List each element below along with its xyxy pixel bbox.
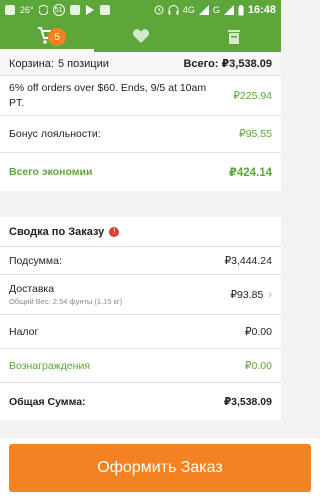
cart-total-label: Всего: (183, 58, 219, 70)
image-icon (69, 5, 80, 15)
rewards-value: ₽0.00 (244, 359, 272, 372)
order-summary-title-row: Сводка по Заказу ! (0, 217, 281, 247)
notification-count: 51 (54, 6, 63, 14)
headphones-icon (168, 5, 179, 15)
battery-icon (238, 4, 244, 15)
grand-total-label: Общая Сумма: (9, 395, 86, 408)
tax-row: Налог ₽0.00 (0, 315, 281, 349)
rewards-row: Вознаграждения ₽0.00 (0, 349, 281, 383)
order-summary-card: Сводка по Заказу ! Подсумма: ₽3,444.24 Д… (0, 217, 281, 420)
subtotal-label: Подсумма: (9, 254, 62, 267)
shipping-weight: Общий Вес: 2.54 фунты (1.15 кг) (9, 297, 123, 306)
clock: 16:48 (247, 4, 276, 16)
shipping-value: ₽93.85 (230, 288, 264, 301)
signal2-icon (223, 5, 234, 15)
discounts-card: 6% off orders over $60. Ends, 9/5 at 10a… (0, 76, 281, 191)
section-gap (0, 191, 281, 217)
savings-row: Всего экономии ₽424.14 (0, 153, 281, 191)
cart-total-value: ₽3,538.09 (221, 58, 272, 70)
discount-value: ₽225.94 (233, 89, 272, 102)
loyalty-label: Бонус лояльности: (9, 128, 101, 140)
loyalty-row: Бонус лояльности: ₽95.55 (0, 116, 281, 153)
tab-cart[interactable]: 5 (0, 20, 94, 52)
checkout-button[interactable]: Оформить Заказ (9, 444, 311, 492)
alarm-icon (154, 5, 164, 15)
subtotal-value: ₽3,444.24 (224, 254, 272, 267)
cart-summary: Корзина: 5 позиции Всего: ₽3,538.09 (0, 52, 281, 76)
network-type: 4G (182, 5, 195, 15)
loyalty-value: ₽95.55 (239, 128, 272, 140)
carrier-text: G (212, 5, 220, 15)
tax-label: Налог (9, 325, 39, 338)
temperature-text: 26° (20, 5, 34, 15)
savings-value: ₽424.14 (228, 167, 272, 179)
chevron-right-icon: › (268, 288, 272, 301)
shipping-label: Доставка (9, 283, 55, 295)
play-store-icon (85, 5, 94, 15)
status-bar: 26° 51 4G G 16:48 (0, 0, 281, 20)
tax-value: ₽0.00 (244, 325, 272, 338)
gallery-icon (99, 5, 110, 15)
tab-bar: 5 (0, 20, 281, 52)
order-summary-title: Сводка по Заказу (9, 225, 105, 238)
cart-label: Корзина: (9, 57, 54, 70)
shipping-row[interactable]: Доставка Общий Вес: 2.54 фунты (1.15 кг)… (0, 275, 281, 315)
checkout-bar: Оформить Заказ (0, 438, 320, 500)
shield-icon (38, 5, 48, 15)
discount-row: 6% off orders over $60. Ends, 9/5 at 10a… (0, 76, 281, 116)
tab-favorites[interactable] (94, 20, 188, 52)
subtotal-row: Подсумма: ₽3,444.24 (0, 247, 281, 275)
alert-icon[interactable]: ! (109, 226, 120, 237)
notification-count-icon: 51 (52, 4, 65, 16)
signal-icon (198, 5, 209, 15)
cart-item-count: 5 позиции (57, 57, 109, 70)
cart-total: Всего: ₽3,538.09 (183, 57, 272, 70)
heart-icon (132, 29, 149, 43)
shipping-text: Доставка Общий Вес: 2.54 фунты (1.15 кг) (9, 283, 122, 306)
notification-icon (5, 5, 15, 15)
rewards-label: Вознаграждения (9, 359, 91, 372)
grand-total-value: ₽3,538.09 (223, 395, 272, 408)
trash-icon (228, 29, 241, 44)
tab-saved[interactable] (187, 20, 281, 52)
savings-label: Всего экономии (9, 166, 93, 178)
discount-label: 6% off orders over $60. Ends, 9/5 at 10a… (9, 82, 207, 109)
cart-count-badge: 5 (48, 28, 66, 46)
grand-total-row: Общая Сумма: ₽3,538.09 (0, 383, 281, 420)
